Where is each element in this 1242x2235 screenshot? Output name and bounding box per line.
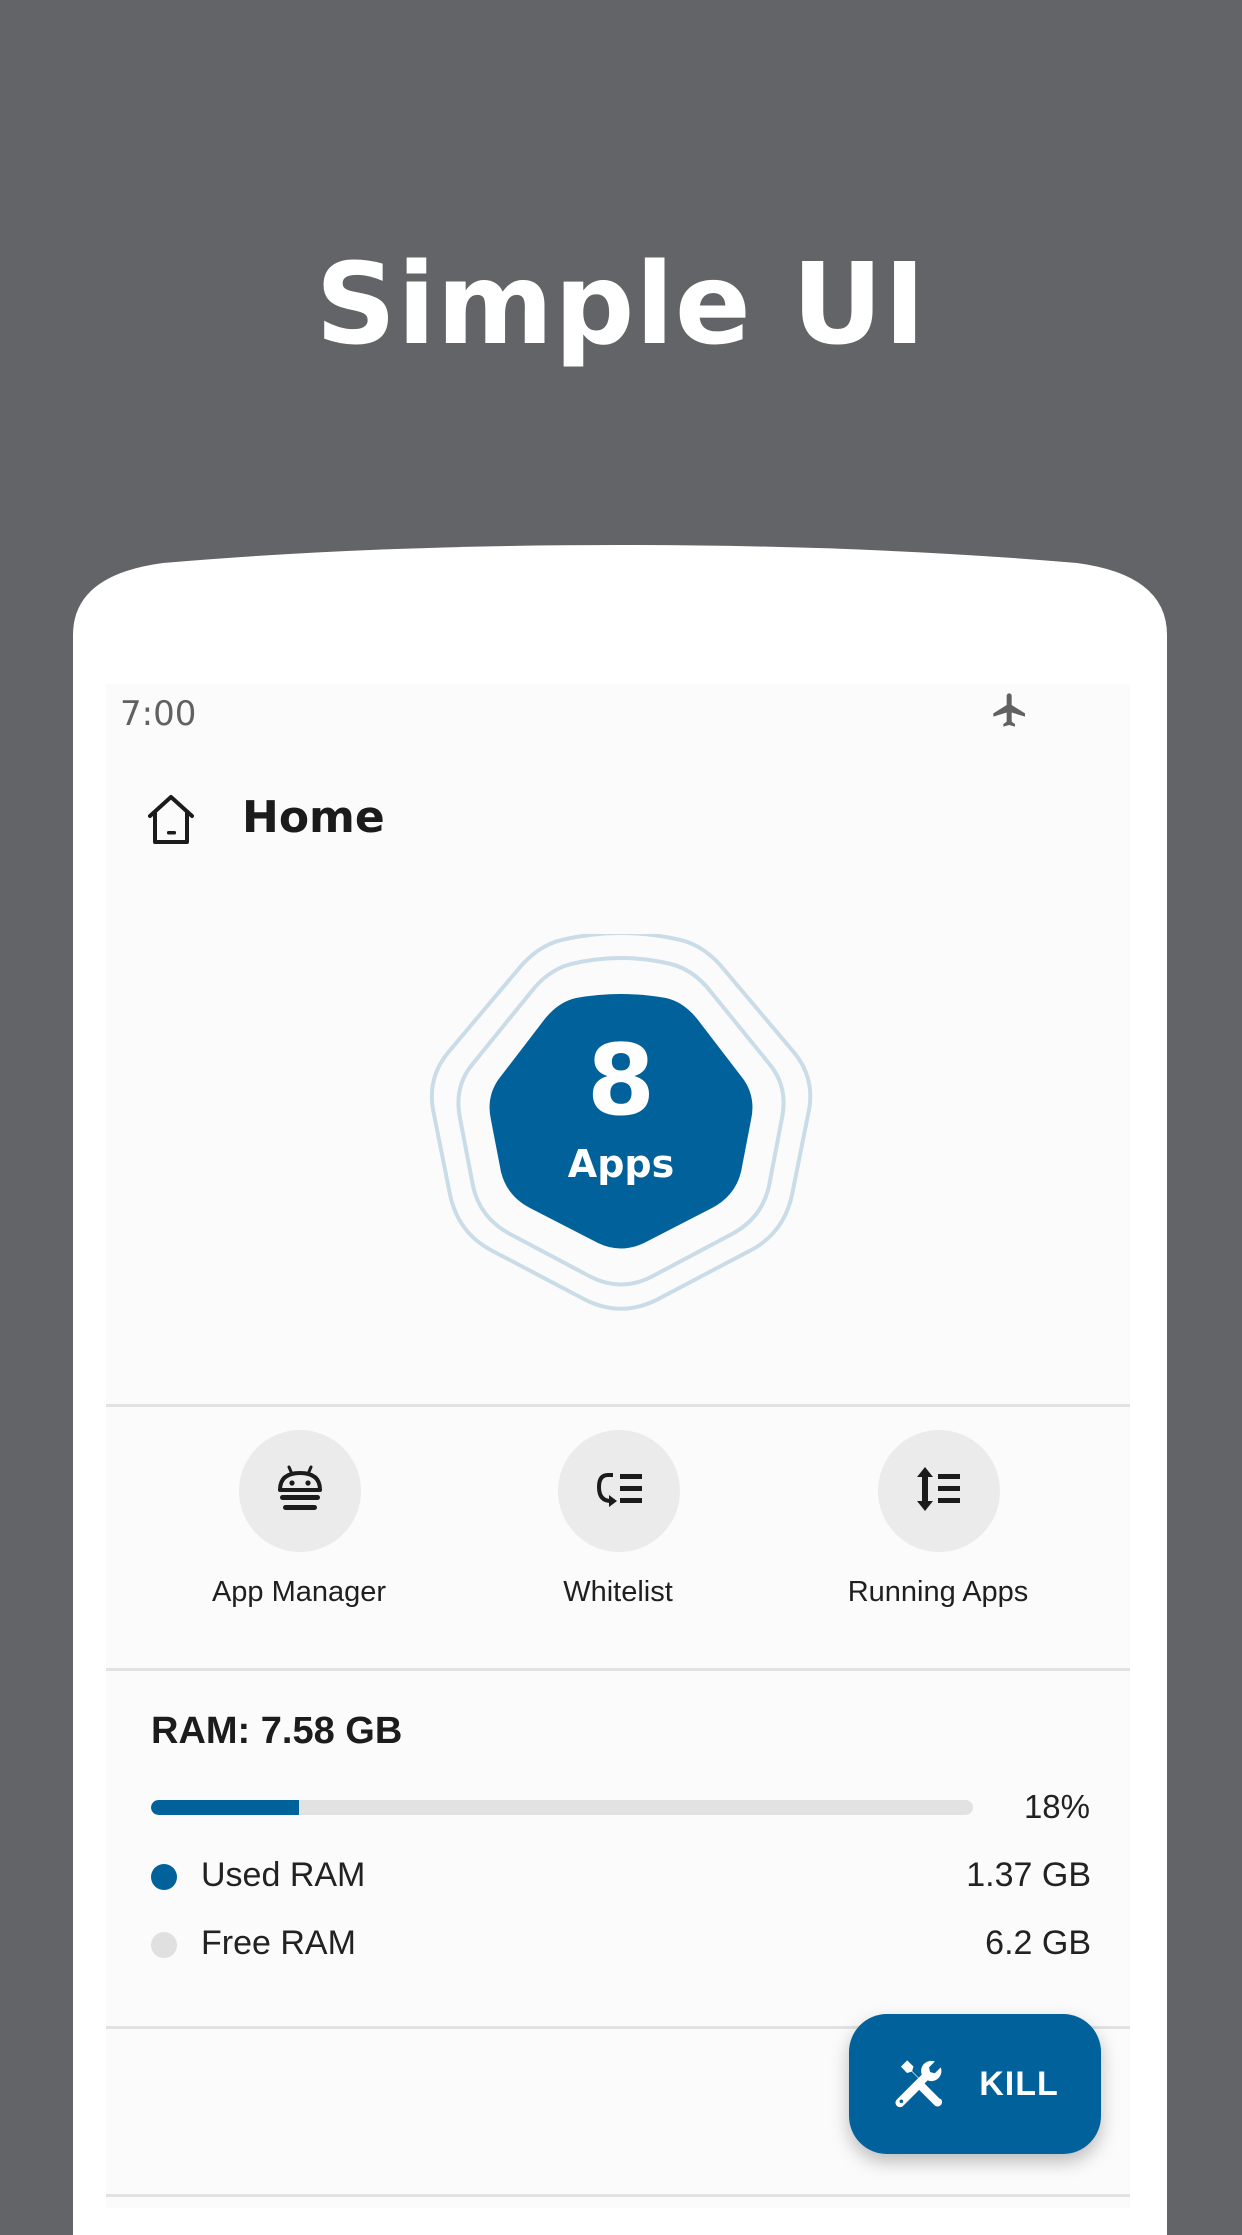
- legend-used-ram: Used RAM 1.37 GB: [151, 1854, 1091, 1904]
- kill-button-label: KILL: [979, 2064, 1059, 2103]
- free-ram-dot: [151, 1932, 177, 1958]
- home-icon[interactable]: [146, 794, 196, 846]
- android-list-icon: [278, 1465, 322, 1510]
- action-running-apps-label: Running Apps: [847, 1576, 1029, 1608]
- legend-free-ram: Free RAM 6.2 GB: [151, 1922, 1091, 1972]
- sort-list-icon: [917, 1467, 960, 1511]
- action-whitelist-circle: [558, 1430, 680, 1552]
- ram-progress-fill: [151, 1800, 299, 1815]
- used-ram-label: Used RAM: [201, 1856, 366, 1894]
- tools-icon: [895, 2060, 943, 2108]
- ram-card: RAM: 7.58 GB 18% Used RAM 1.37 GB Free R…: [106, 1674, 1130, 2004]
- status-time: 7:00: [120, 694, 197, 734]
- used-ram-value: 1.37 GB: [966, 1856, 1091, 1894]
- ram-progress-bar: [151, 1800, 973, 1815]
- status-bar: 7:00: [106, 684, 1130, 740]
- apps-count-label: Apps: [567, 1142, 675, 1186]
- free-ram-value: 6.2 GB: [985, 1924, 1091, 1962]
- page-title: Home: [242, 792, 385, 843]
- whitelist-icon: [596, 1473, 642, 1507]
- ram-total: RAM: 7.58 GB: [151, 1710, 403, 1752]
- action-app-manager[interactable]: App Manager: [139, 1404, 459, 1624]
- airplane-icon: [993, 693, 1025, 727]
- quick-actions: App Manager Whitelist Running Apps: [106, 1404, 1130, 1644]
- action-app-manager-circle: [239, 1430, 361, 1552]
- action-whitelist[interactable]: Whitelist: [458, 1404, 778, 1624]
- apps-count-badge[interactable]: 8 Apps: [426, 934, 816, 1314]
- action-running-apps-circle: [878, 1430, 1000, 1552]
- used-ram-dot: [151, 1864, 177, 1890]
- apps-count: 8: [586, 1024, 656, 1138]
- kill-button[interactable]: KILL: [849, 2014, 1101, 2154]
- app-screen: 7:00 Home 8 Apps App Manager Whitelist R…: [106, 684, 1130, 2208]
- ram-percent: 18%: [1023, 1788, 1090, 1825]
- action-whitelist-label: Whitelist: [563, 1576, 673, 1608]
- divider: [106, 2194, 1130, 2197]
- action-running-apps[interactable]: Running Apps: [778, 1404, 1098, 1624]
- divider: [106, 1668, 1130, 1671]
- promo-title: Simple UI: [315, 240, 927, 370]
- action-app-manager-label: App Manager: [211, 1576, 387, 1608]
- free-ram-label: Free RAM: [201, 1924, 356, 1962]
